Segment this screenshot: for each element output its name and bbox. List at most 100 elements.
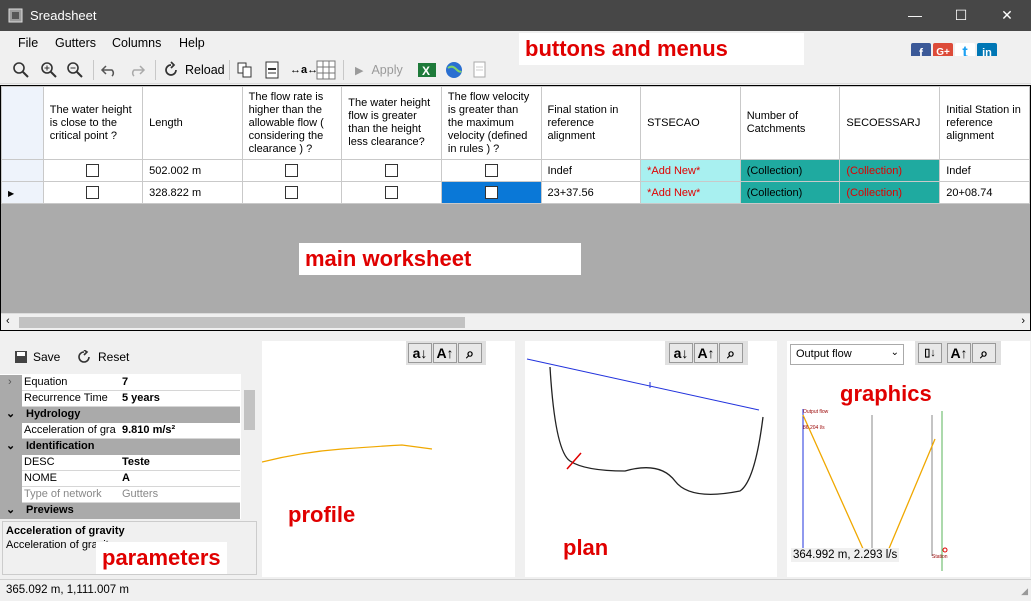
menu-help[interactable]: Help (179, 36, 205, 50)
table-row: 502.002 m Indef *Add New* (Collection) (… (1, 159, 1030, 182)
scroll-right-icon[interactable]: › (1021, 315, 1025, 327)
sort-doc-icon[interactable]: ▯↓ (918, 343, 942, 363)
collapse-icon[interactable]: ⌄ (6, 503, 15, 516)
checkbox-cell[interactable] (440, 159, 542, 182)
checkbox-cell[interactable] (341, 181, 442, 204)
column-header[interactable]: The flow velocity is greater than the ma… (440, 86, 542, 160)
menu-file[interactable]: File (18, 36, 38, 50)
excel-icon[interactable]: X (417, 59, 437, 81)
minimize-button[interactable]: — (892, 0, 938, 31)
scrollbar-thumb[interactable] (244, 390, 255, 430)
horizontal-scrollbar[interactable]: ‹ › (1, 313, 1030, 330)
zoom-out-icon[interactable] (66, 59, 84, 81)
reload-button[interactable]: Reload (162, 59, 225, 81)
length-cell[interactable]: 328.822 m (142, 181, 243, 204)
checkbox[interactable] (86, 186, 100, 199)
zoom-in-icon[interactable] (40, 59, 58, 81)
apply-label: Apply (371, 63, 403, 77)
final-station-cell[interactable]: 23+37.56 (540, 181, 642, 204)
column-header[interactable]: The flow rate is higher than the allowab… (241, 86, 343, 160)
zoom-icon[interactable]: ⌕ (972, 343, 996, 363)
sort-asc-icon[interactable]: A↑ (947, 343, 971, 363)
menu-gutters[interactable]: Gutters (55, 36, 96, 50)
property-row[interactable]: NOME A (0, 471, 240, 487)
property-value[interactable]: 9.810 m/s² (122, 424, 175, 436)
length-cell[interactable]: 502.002 m (142, 159, 243, 182)
blank-document-icon[interactable] (472, 59, 488, 81)
column-header[interactable]: Initial Station in reference alignment (939, 86, 1030, 160)
property-value[interactable]: 7 (122, 376, 128, 388)
category-hydrology[interactable]: ⌄ Hydrology (0, 407, 240, 423)
checkbox[interactable] (86, 164, 100, 177)
grid-icon[interactable] (316, 59, 336, 81)
zoom-extents-icon[interactable] (12, 59, 30, 81)
checkbox[interactable] (385, 164, 399, 177)
swap-icon[interactable]: ↔a↔ (290, 59, 318, 81)
column-header[interactable]: Final station in reference alignment (540, 86, 642, 160)
checkbox-cell[interactable] (42, 159, 144, 182)
row-header[interactable] (1, 159, 44, 182)
column-header[interactable]: Number of Catchments (739, 86, 841, 160)
checkbox[interactable] (285, 164, 299, 177)
property-value[interactable]: A (122, 472, 130, 484)
collapse-icon[interactable]: ⌄ (6, 407, 15, 420)
checkbox-cell[interactable] (341, 159, 442, 182)
checkbox[interactable] (484, 186, 498, 199)
sort-asc-icon[interactable]: A↑ (433, 343, 457, 363)
resize-grip-icon[interactable]: ◢ (1021, 586, 1028, 597)
globe-icon[interactable] (444, 59, 464, 81)
initial-station-cell[interactable]: 20+08.74 (939, 181, 1030, 204)
undo-icon[interactable] (100, 59, 118, 81)
close-button[interactable]: ✕ (984, 0, 1030, 31)
checkbox-cell[interactable] (241, 159, 343, 182)
property-scrollbar[interactable] (241, 374, 258, 519)
checkbox-cell[interactable] (42, 181, 144, 204)
checkbox[interactable] (484, 164, 498, 177)
checkbox[interactable] (285, 186, 299, 199)
checkbox-cell-selected[interactable] (440, 181, 542, 204)
stsecao-cell[interactable]: *Add New* (640, 159, 741, 182)
copy-icon[interactable] (236, 59, 254, 81)
property-row[interactable]: Recurrence Time 5 years (0, 391, 240, 407)
scrollbar-thumb[interactable] (19, 317, 465, 328)
legend-title: Output flow (803, 409, 829, 415)
column-header[interactable]: STSECAO (640, 86, 741, 160)
zoom-icon[interactable]: ⌕ (458, 343, 482, 363)
property-value[interactable]: 5 years (122, 392, 160, 404)
save-button[interactable]: Save (14, 350, 60, 364)
scroll-left-icon[interactable]: ‹ (6, 315, 10, 327)
secoessarj-cell[interactable]: (Collection) (839, 181, 941, 204)
label-main-worksheet: main worksheet (299, 243, 581, 275)
menu-columns[interactable]: Columns (112, 36, 161, 50)
property-row[interactable]: DESC Teste (0, 455, 240, 471)
checkbox-cell[interactable] (241, 181, 343, 204)
property-row[interactable]: › Equation 7 (0, 375, 240, 391)
document-icon[interactable] (263, 59, 281, 81)
checkbox[interactable] (385, 186, 399, 199)
property-name: Type of network (24, 488, 102, 500)
reset-button[interactable]: Reset (76, 350, 129, 364)
row-header-current[interactable]: ▶ (1, 181, 44, 204)
collapse-icon[interactable]: ⌄ (6, 439, 15, 452)
category-previews[interactable]: ⌄ Previews (0, 503, 240, 519)
stsecao-cell[interactable]: *Add New* (640, 181, 741, 204)
column-header[interactable]: The water height is close to the critica… (42, 86, 144, 160)
output-select[interactable]: Output flow ⌄ (790, 344, 904, 365)
column-header[interactable]: The water height flow is greater than th… (341, 86, 442, 160)
redo-icon[interactable] (128, 59, 146, 81)
column-header[interactable]: Length (142, 86, 243, 160)
column-header[interactable]: SECOESSARJ (839, 86, 941, 160)
maximize-button[interactable]: ☐ (938, 0, 984, 31)
secoessarj-cell[interactable]: (Collection) (839, 159, 941, 182)
app-icon (8, 8, 23, 23)
sort-desc-icon[interactable]: a↓ (408, 343, 432, 363)
property-row[interactable]: Acceleration of gra 9.810 m/s² (0, 423, 240, 439)
catchments-cell[interactable]: (Collection) (739, 159, 841, 182)
final-station-cell[interactable]: Indef (540, 159, 642, 182)
initial-station-cell[interactable]: Indef (939, 159, 1030, 182)
expand-icon[interactable]: › (8, 376, 12, 388)
catchments-cell[interactable]: (Collection) (739, 181, 841, 204)
property-value[interactable]: Teste (122, 456, 150, 468)
apply-button[interactable]: ▶ Apply (355, 59, 403, 81)
category-identification[interactable]: ⌄ Identification (0, 439, 240, 455)
